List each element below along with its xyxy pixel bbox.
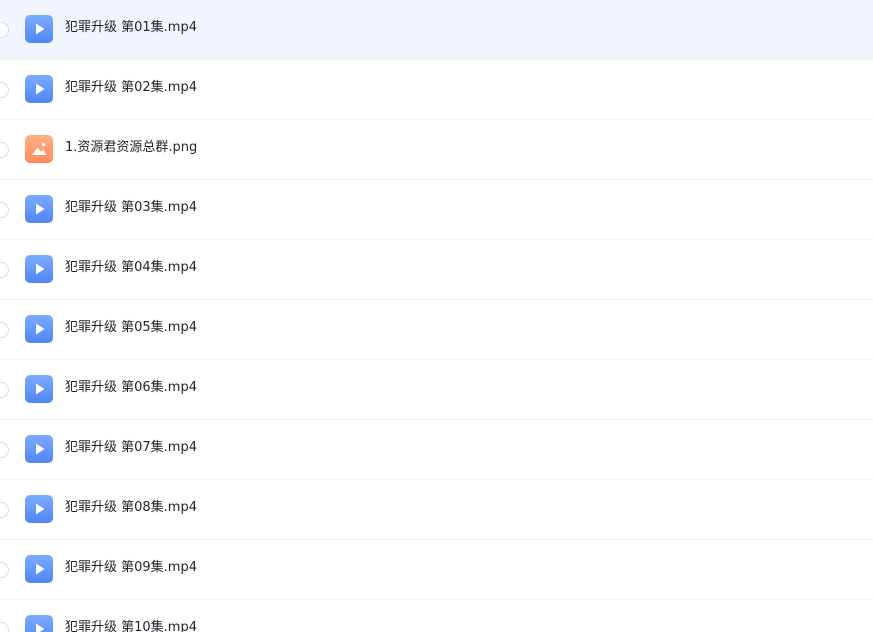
file-name[interactable]: 1.资源君资源总群.png (65, 138, 197, 158)
select-checkbox[interactable] (0, 22, 9, 38)
file-row[interactable]: 犯罪升级 第01集.mp4 (0, 0, 873, 60)
file-name[interactable]: 犯罪升级 第07集.mp4 (65, 438, 197, 458)
file-row[interactable]: 犯罪升级 第08集.mp4 (0, 480, 873, 540)
select-checkbox[interactable] (0, 262, 9, 278)
file-name[interactable]: 犯罪升级 第01集.mp4 (65, 18, 197, 38)
file-row[interactable]: 犯罪升级 第04集.mp4 (0, 240, 873, 300)
select-checkbox[interactable] (0, 142, 9, 158)
select-checkbox[interactable] (0, 622, 9, 632)
video-file-icon (25, 495, 53, 523)
file-row[interactable]: 犯罪升级 第02集.mp4 (0, 60, 873, 120)
video-file-icon (25, 195, 53, 223)
video-file-icon (25, 255, 53, 283)
file-row[interactable]: 犯罪升级 第06集.mp4 (0, 360, 873, 420)
select-checkbox[interactable] (0, 502, 9, 518)
select-checkbox[interactable] (0, 442, 9, 458)
video-file-icon (25, 435, 53, 463)
file-name[interactable]: 犯罪升级 第10集.mp4 (65, 618, 197, 632)
video-file-icon (25, 75, 53, 103)
select-checkbox[interactable] (0, 322, 9, 338)
select-checkbox[interactable] (0, 82, 9, 98)
video-file-icon (25, 555, 53, 583)
file-row[interactable]: 1.资源君资源总群.png (0, 120, 873, 180)
file-row[interactable]: 犯罪升级 第05集.mp4 (0, 300, 873, 360)
select-checkbox[interactable] (0, 382, 9, 398)
file-name[interactable]: 犯罪升级 第02集.mp4 (65, 78, 197, 98)
file-name[interactable]: 犯罪升级 第05集.mp4 (65, 318, 197, 338)
file-row[interactable]: 犯罪升级 第07集.mp4 (0, 420, 873, 480)
video-file-icon (25, 615, 53, 632)
file-row[interactable]: 犯罪升级 第03集.mp4 (0, 180, 873, 240)
file-name[interactable]: 犯罪升级 第03集.mp4 (65, 198, 197, 218)
file-row[interactable]: 犯罪升级 第10集.mp4 (0, 600, 873, 632)
file-name[interactable]: 犯罪升级 第04集.mp4 (65, 258, 197, 278)
file-name[interactable]: 犯罪升级 第08集.mp4 (65, 498, 197, 518)
select-checkbox[interactable] (0, 562, 9, 578)
video-file-icon (25, 315, 53, 343)
file-name[interactable]: 犯罪升级 第09集.mp4 (65, 558, 197, 578)
file-name[interactable]: 犯罪升级 第06集.mp4 (65, 378, 197, 398)
file-list: 犯罪升级 第01集.mp4 犯罪升级 第02集.mp4 1.资源君资源总群.pn… (0, 0, 873, 632)
file-row[interactable]: 犯罪升级 第09集.mp4 (0, 540, 873, 600)
image-file-icon (25, 135, 53, 163)
select-checkbox[interactable] (0, 202, 9, 218)
video-file-icon (25, 375, 53, 403)
video-file-icon (25, 15, 53, 43)
